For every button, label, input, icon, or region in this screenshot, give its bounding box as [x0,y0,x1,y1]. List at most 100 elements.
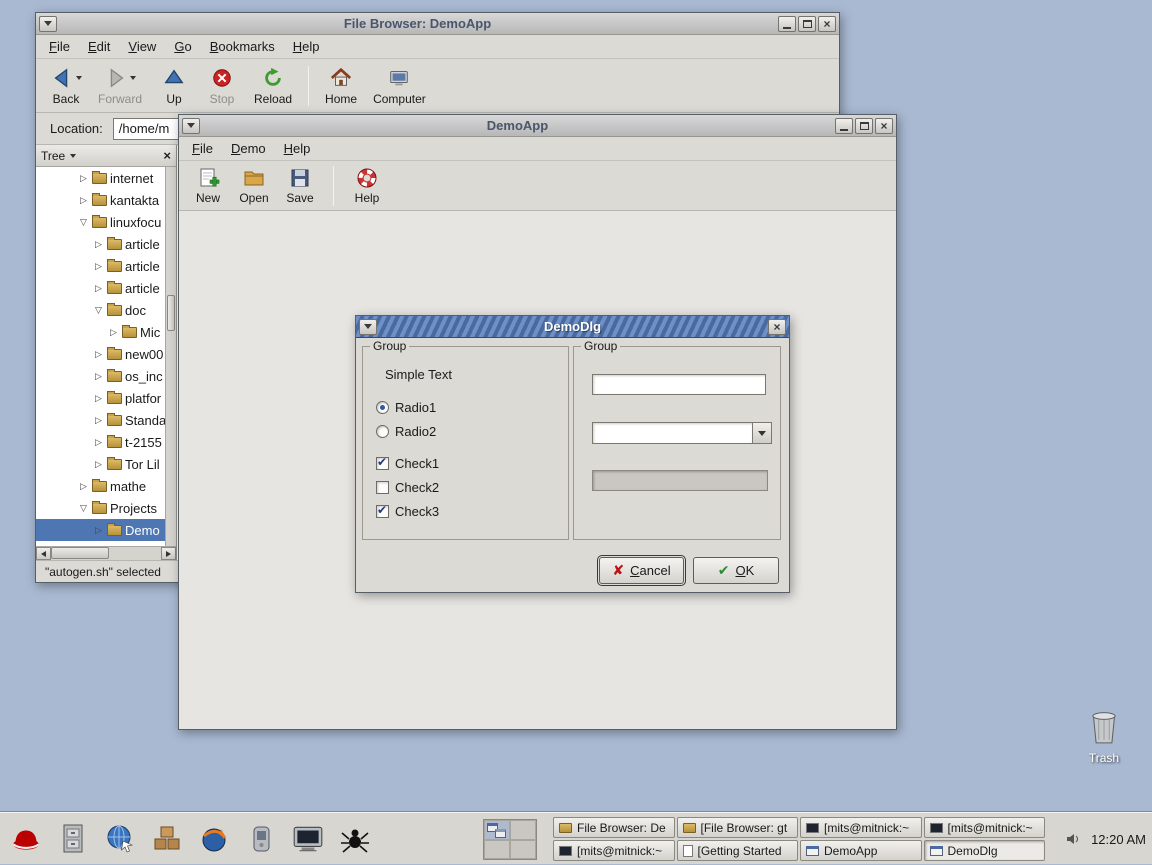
expander-icon[interactable] [78,217,89,228]
tree-item[interactable]: article [36,233,165,255]
expander-icon[interactable] [93,261,104,272]
minimize-button[interactable] [835,118,853,134]
open-button[interactable]: Open [235,163,273,209]
tree-item[interactable]: Tor Lil [36,453,165,475]
menu-help[interactable]: Help [275,138,320,159]
combo-entry-field[interactable] [592,422,753,444]
expander-icon[interactable] [93,459,104,470]
scroll-left-button[interactable] [36,547,51,560]
maximize-button[interactable] [798,16,816,32]
tree-item[interactable]: platfor [36,387,165,409]
tree-item[interactable]: os_inc [36,365,165,387]
expander-icon[interactable] [93,393,104,404]
tree-item[interactable]: Mic [36,321,165,343]
up-button[interactable]: Up [152,61,196,111]
forward-button[interactable]: Forward [92,61,148,111]
save-button[interactable]: Save [281,163,319,209]
file-manager-launcher[interactable] [53,819,93,859]
expander-icon[interactable] [93,415,104,426]
radio-unchecked-icon[interactable] [376,425,389,438]
tree-item[interactable]: Standa [36,409,165,431]
expander-icon[interactable] [93,349,104,360]
task-terminal-3[interactable]: [mits@mitnick:~ [553,840,675,861]
combo-box[interactable] [592,422,772,444]
minimize-button[interactable] [778,16,796,32]
back-dropdown-icon[interactable] [76,76,82,80]
scrollbar-thumb[interactable] [51,547,109,559]
menu-edit[interactable]: Edit [79,36,119,57]
expander-icon[interactable] [93,283,104,294]
expander-icon[interactable] [78,195,89,206]
tree-item[interactable]: mathe [36,475,165,497]
menu-file[interactable]: File [183,138,222,159]
terminal-launcher[interactable] [288,819,328,859]
sidebar-close-button[interactable]: × [163,148,171,163]
demodlg-titlebar[interactable]: DemoDlg × [356,316,789,338]
expander-icon[interactable] [93,437,104,448]
check2-option[interactable]: Check2 [376,479,439,495]
check3-option[interactable]: Check3 [376,503,439,519]
radio2-option[interactable]: Radio2 [376,423,436,439]
help-button[interactable]: Help [348,163,386,209]
workspace-2[interactable] [510,820,536,840]
close-button[interactable]: × [818,16,836,32]
new-button[interactable]: New [189,163,227,209]
expander-icon[interactable] [93,371,104,382]
checkbox-checked-icon[interactable] [376,457,389,470]
cancel-button[interactable]: ✘ Cancel [599,557,684,584]
sidebar-view-selector[interactable]: Tree [41,149,65,163]
tree-vertical-scrollbar[interactable] [165,167,176,546]
checkbox-unchecked-icon[interactable] [376,481,389,494]
package-manager-launcher[interactable] [147,819,187,859]
tree-item[interactable]: doc [36,299,165,321]
close-button[interactable]: × [875,118,893,134]
scrollbar-thumb[interactable] [167,295,175,331]
combo-dropdown-button[interactable] [753,422,772,444]
tree-item[interactable]: Projects [36,497,165,519]
expander-icon[interactable] [78,173,89,184]
radio-checked-icon[interactable] [376,401,389,414]
checkbox-checked-icon[interactable] [376,505,389,518]
ok-button[interactable]: ✔ OK [693,557,779,584]
expander-icon[interactable] [78,503,89,514]
text-entry-field[interactable] [592,374,766,395]
task-file-browser[interactable]: File Browser: De [553,817,675,838]
workspace-4[interactable] [510,840,536,860]
close-button[interactable]: × [768,319,786,335]
expander-icon[interactable] [93,305,104,316]
tree-item[interactable]: linuxfocu [36,211,165,233]
mozilla-launcher[interactable] [194,819,234,859]
pda-device-launcher[interactable] [241,819,281,859]
radio1-option[interactable]: Radio1 [376,399,436,415]
tree-horizontal-scrollbar[interactable] [36,546,176,560]
tree-item[interactable]: t-2155 [36,431,165,453]
reload-button[interactable]: Reload [248,61,298,111]
task-terminal-2[interactable]: [mits@mitnick:~ [924,817,1046,838]
workspace-1[interactable] [484,820,510,840]
workspace-switcher[interactable] [483,819,537,860]
scrollbar-track[interactable] [51,547,161,560]
tree-item-selected[interactable]: Demo [36,519,165,541]
file-browser-titlebar[interactable]: File Browser: DemoApp × [36,13,839,35]
spider-app-launcher[interactable] [335,819,375,859]
volume-icon[interactable] [1065,831,1081,847]
task-demodlg[interactable]: DemoDlg [924,840,1046,861]
tree-item[interactable]: kantakta [36,189,165,211]
back-button[interactable]: Back [44,61,88,111]
tree-item[interactable]: article [36,277,165,299]
task-getting-started[interactable]: [Getting Started [677,840,799,861]
redhat-menu-button[interactable] [6,819,46,859]
scroll-right-button[interactable] [161,547,176,560]
task-terminal-1[interactable]: [mits@mitnick:~ [800,817,922,838]
tree-item[interactable]: article [36,255,165,277]
menu-help[interactable]: Help [284,36,329,57]
web-browser-launcher[interactable] [100,819,140,859]
window-menu-button[interactable] [182,118,200,134]
trash-desktop-icon[interactable]: Trash [1072,706,1136,765]
tree-item[interactable]: internet [36,167,165,189]
menu-bookmarks[interactable]: Bookmarks [201,36,284,57]
window-menu-button[interactable] [39,16,57,32]
task-demoapp[interactable]: DemoApp [800,840,922,861]
tree-item[interactable]: new00 [36,343,165,365]
menu-go[interactable]: Go [165,36,200,57]
